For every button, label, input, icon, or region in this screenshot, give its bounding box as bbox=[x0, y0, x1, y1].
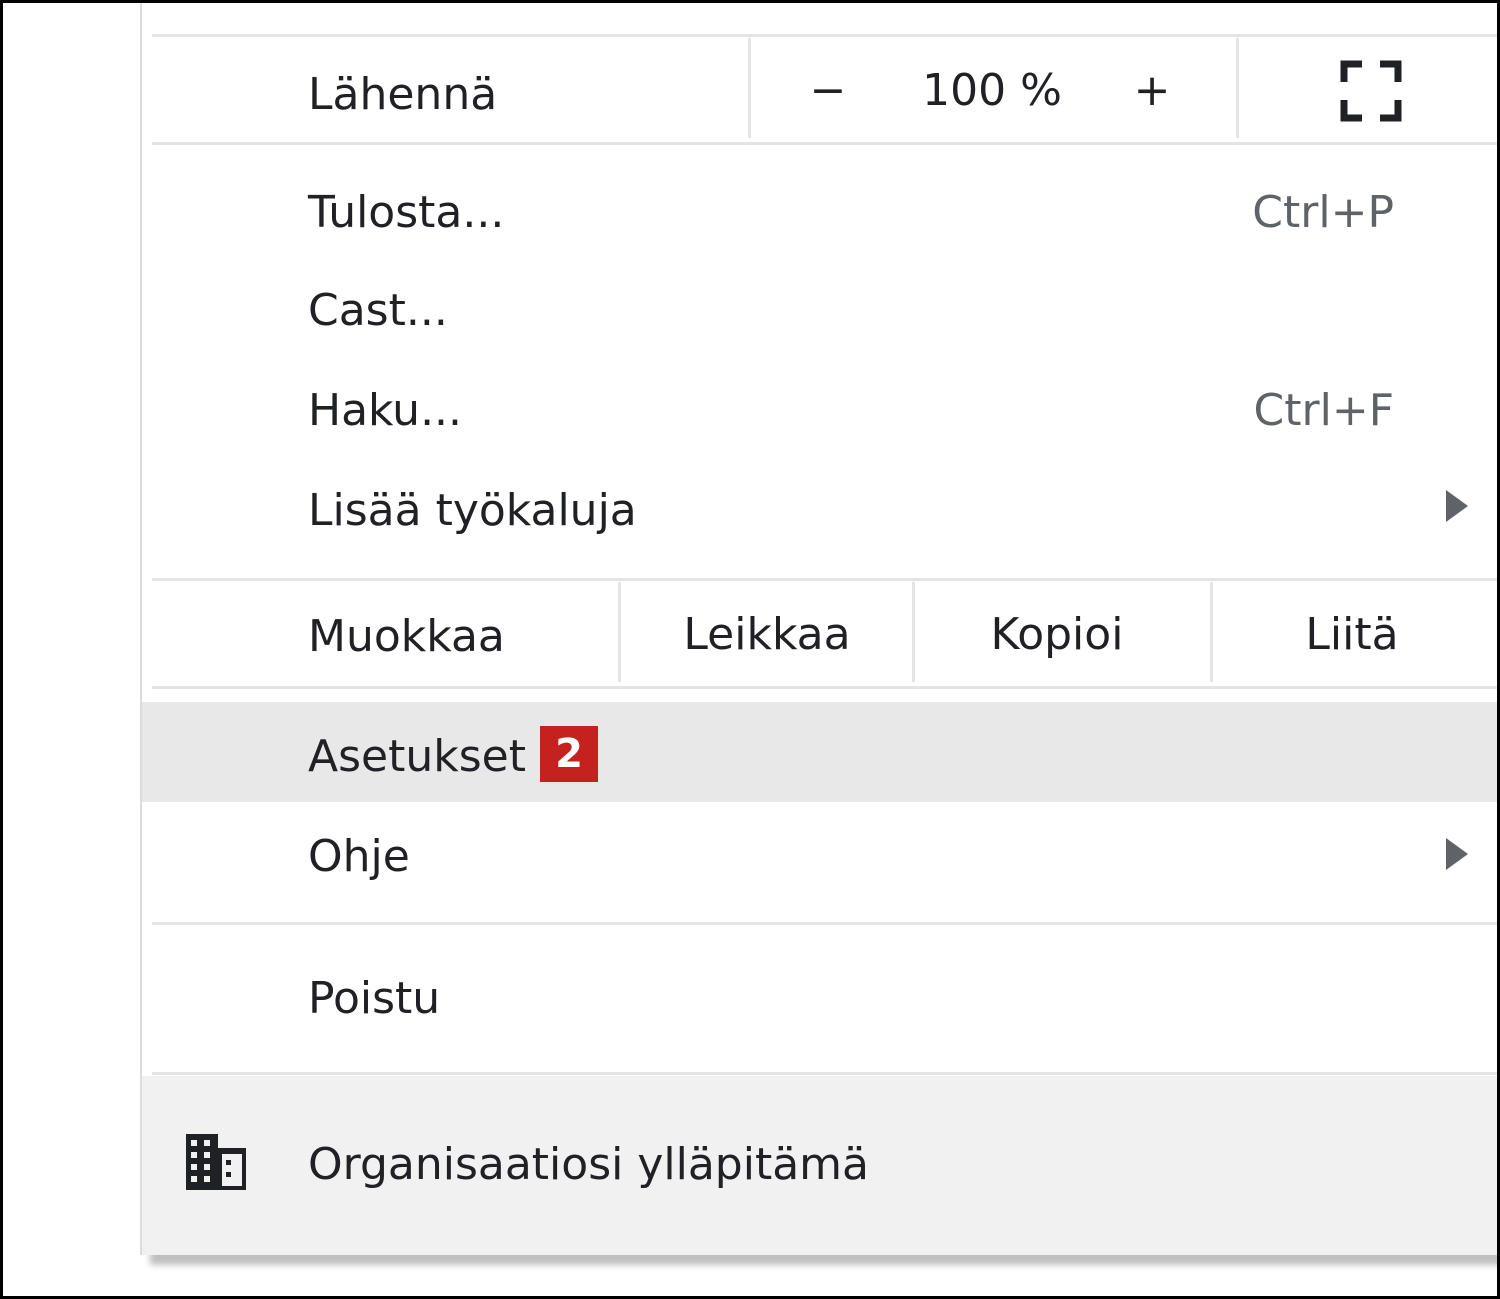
edit-label: Muokkaa bbox=[308, 611, 505, 662]
menu-item-label: Asetukset bbox=[308, 731, 526, 782]
shortcut-label: Ctrl+P bbox=[1252, 187, 1394, 238]
managed-label: Organisaatiosi ylläpitämä bbox=[308, 1139, 869, 1190]
copy-button[interactable]: Kopioi bbox=[922, 610, 1192, 660]
menu-item-exit[interactable]: Poistu bbox=[142, 946, 1500, 1054]
menu-item-help[interactable]: Ohje bbox=[142, 806, 1500, 906]
menu-item-print[interactable]: Tulosta... Ctrl+P bbox=[142, 164, 1500, 264]
menu-item-label: Poistu bbox=[308, 973, 441, 1024]
menu-item-label: Cast... bbox=[308, 285, 448, 336]
separator bbox=[152, 922, 1500, 925]
separator bbox=[912, 582, 915, 682]
separator bbox=[1210, 582, 1213, 682]
menu-item-label: Haku... bbox=[308, 385, 463, 436]
submenu-arrow-icon bbox=[1446, 838, 1468, 870]
shortcut-label: Ctrl+F bbox=[1253, 385, 1394, 436]
fullscreen-icon[interactable] bbox=[1340, 60, 1402, 122]
menu-item-label: Ohje bbox=[308, 831, 410, 882]
menu-item-label: Tulosta... bbox=[308, 187, 505, 238]
menu-item-more-tools[interactable]: Lisää työkaluja bbox=[142, 464, 1500, 564]
zoom-out-button[interactable]: − bbox=[782, 66, 874, 116]
building-icon bbox=[186, 1134, 246, 1190]
edit-row: Muokkaa Leikkaa Kopioi Liitä bbox=[142, 582, 1500, 686]
zoom-row: Lähennä − 100 % + bbox=[142, 38, 1500, 142]
menu-item-find[interactable]: Haku... Ctrl+F bbox=[142, 364, 1500, 464]
separator bbox=[152, 1072, 1500, 1075]
separator bbox=[152, 578, 1500, 581]
browser-app-menu: Lähennä − 100 % + Tulosta... Ctrl+P Cast… bbox=[140, 0, 1500, 1255]
menu-item-cast[interactable]: Cast... bbox=[142, 264, 1500, 364]
cut-button[interactable]: Leikkaa bbox=[632, 610, 902, 660]
menu-item-label: Lisää työkaluja bbox=[308, 485, 637, 536]
separator bbox=[618, 582, 621, 682]
notification-badge: 2 bbox=[540, 726, 598, 782]
separator bbox=[748, 38, 751, 138]
zoom-level: 100 % bbox=[922, 65, 1062, 116]
separator bbox=[152, 34, 1500, 37]
submenu-arrow-icon bbox=[1446, 490, 1468, 522]
paste-button[interactable]: Liitä bbox=[1222, 610, 1482, 660]
zoom-in-button[interactable]: + bbox=[1106, 66, 1198, 116]
separator bbox=[1236, 38, 1239, 138]
separator bbox=[152, 686, 1500, 689]
zoom-label: Lähennä bbox=[308, 69, 498, 120]
separator bbox=[152, 142, 1500, 145]
